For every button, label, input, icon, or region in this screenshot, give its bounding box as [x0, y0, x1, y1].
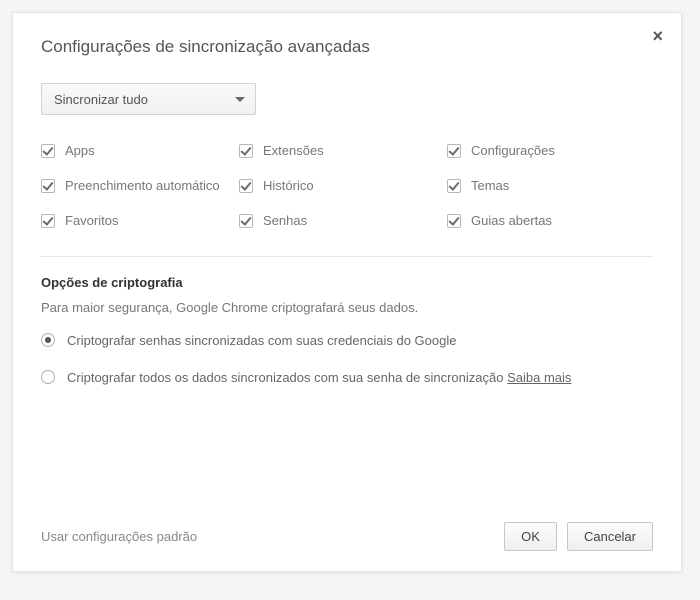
sync-settings-dialog: × Configurações de sincronização avançad… [12, 12, 682, 572]
close-icon[interactable]: × [652, 27, 663, 45]
checkbox-label: Apps [65, 143, 95, 160]
checkbox-label: Favoritos [65, 213, 118, 230]
learn-more-link[interactable]: Saiba mais [507, 370, 571, 385]
radio-label: Criptografar todos os dados sincronizado… [67, 370, 507, 385]
checkbox-icon [239, 179, 253, 193]
checkbox-label: Histórico [263, 178, 314, 195]
checkbox-open-tabs[interactable]: Guias abertas [447, 213, 647, 230]
checkbox-icon [239, 144, 253, 158]
encryption-section-title: Opções de criptografia [41, 275, 653, 290]
checkbox-icon [41, 144, 55, 158]
cancel-button[interactable]: Cancelar [567, 522, 653, 551]
button-group: OK Cancelar [504, 522, 653, 551]
sync-options-grid: Apps Extensões Configurações Preenchimen… [41, 143, 653, 230]
radio-icon [41, 370, 55, 384]
checkbox-history[interactable]: Histórico [239, 178, 439, 195]
checkbox-icon [447, 179, 461, 193]
radio-encrypt-all[interactable]: Criptografar todos os dados sincronizado… [41, 368, 653, 388]
checkbox-bookmarks[interactable]: Favoritos [41, 213, 231, 230]
checkbox-label: Configurações [471, 143, 555, 160]
checkbox-passwords[interactable]: Senhas [239, 213, 439, 230]
checkbox-label: Guias abertas [471, 213, 552, 230]
encryption-section-desc: Para maior segurança, Google Chrome crip… [41, 300, 653, 315]
checkbox-settings[interactable]: Configurações [447, 143, 647, 160]
checkbox-icon [447, 214, 461, 228]
radio-encrypt-passwords[interactable]: Criptografar senhas sincronizadas com su… [41, 331, 653, 351]
ok-button[interactable]: OK [504, 522, 557, 551]
checkbox-icon [239, 214, 253, 228]
radio-label: Criptografar senhas sincronizadas com su… [67, 331, 456, 351]
checkbox-icon [447, 144, 461, 158]
dropdown-selected-label: Sincronizar tudo [54, 92, 148, 107]
sync-mode-dropdown[interactable]: Sincronizar tudo [41, 83, 256, 115]
checkbox-label: Senhas [263, 213, 307, 230]
checkbox-label: Temas [471, 178, 509, 195]
radio-icon [41, 333, 55, 347]
checkbox-apps[interactable]: Apps [41, 143, 231, 160]
divider [41, 256, 653, 257]
chevron-down-icon [235, 97, 245, 102]
checkbox-autofill[interactable]: Preenchimento automático [41, 178, 231, 195]
use-defaults-link[interactable]: Usar configurações padrão [41, 529, 197, 544]
dialog-title: Configurações de sincronização avançadas [41, 37, 653, 57]
radio-label-group: Criptografar todos os dados sincronizado… [67, 368, 571, 388]
checkbox-icon [41, 179, 55, 193]
checkbox-label: Preenchimento automático [65, 178, 220, 195]
checkbox-label: Extensões [263, 143, 324, 160]
checkbox-themes[interactable]: Temas [447, 178, 647, 195]
checkbox-extensions[interactable]: Extensões [239, 143, 439, 160]
dialog-footer: Usar configurações padrão OK Cancelar [41, 522, 653, 551]
checkbox-icon [41, 214, 55, 228]
